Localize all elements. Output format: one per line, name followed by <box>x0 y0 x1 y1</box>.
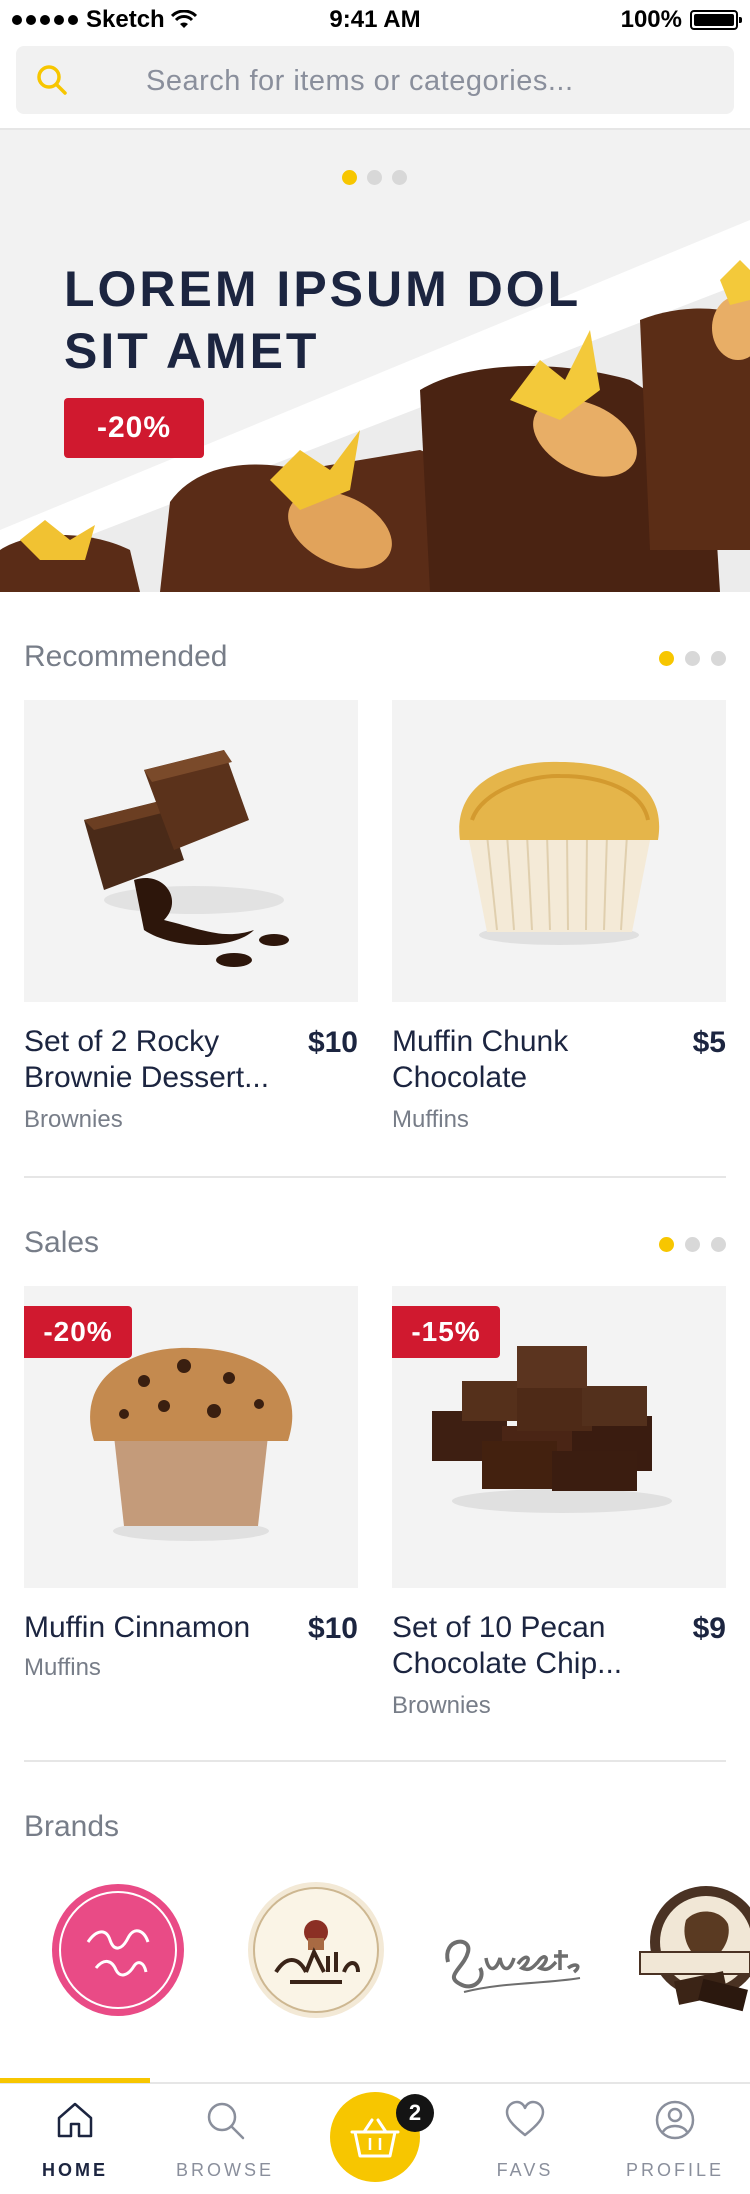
hero-discount-badge: -20% <box>64 398 204 458</box>
battery-status: 100% <box>620 6 742 34</box>
hero-pagination[interactable] <box>342 170 407 185</box>
tab-label: HOME <box>42 2160 108 2180</box>
sales-dot-3[interactable] <box>711 1237 726 1252</box>
product-category[interactable]: Brownies <box>24 1106 123 1134</box>
product-name[interactable]: Set of 10 Pecan Chocolate Chip... <box>392 1610 662 1682</box>
brand-logo-fairly-traded[interactable] <box>636 1880 750 2020</box>
product-category[interactable]: Muffins <box>24 1654 101 1682</box>
sales-pagination[interactable] <box>659 1237 726 1252</box>
tab-bar: HOME BROWSE 2 FAVS PROFILE <box>0 2078 750 2194</box>
discount-badge: -20% <box>24 1306 132 1358</box>
twin-mom-logo <box>52 1884 184 2016</box>
sales-dot-1[interactable] <box>659 1237 674 1252</box>
brand-logo-avila[interactable] <box>246 1880 386 2020</box>
hero-title: LOREM IPSUM DOL SIT AMET <box>64 261 581 379</box>
avila-logo <box>248 1882 384 2018</box>
brands-title: Brands <box>24 1810 120 1843</box>
product-price: $5 <box>692 1026 726 1059</box>
section-divider <box>24 1176 726 1178</box>
product-category[interactable]: Brownies <box>392 1692 491 1720</box>
home-icon <box>57 2102 93 2138</box>
tab-favs[interactable]: FAVS <box>450 2084 600 2194</box>
recommended-title: Recommended <box>24 640 228 673</box>
discount-badge: -15% <box>392 1306 500 1358</box>
muffin-image <box>459 761 660 945</box>
profile-icon <box>655 2100 695 2140</box>
tab-label: BROWSE <box>175 2160 274 2180</box>
sales-title: Sales <box>24 1226 100 1259</box>
battery-percent: 100% <box>620 6 682 33</box>
sweets-logo <box>445 1939 581 1993</box>
product-price: $10 <box>307 1026 358 1059</box>
tab-label: FAVS <box>496 2160 554 2180</box>
browse-search-icon <box>207 2102 245 2140</box>
product-image-cinnamon-muffin[interactable]: -20% <box>24 1286 358 1588</box>
product-name[interactable]: Set of 2 Rocky Brownie Dessert... <box>24 1024 294 1096</box>
product-name[interactable]: Muffin Cinnamon <box>24 1610 294 1646</box>
recommended-dot-3[interactable] <box>711 651 726 666</box>
product-image-brownie[interactable] <box>24 700 358 1002</box>
product-price: $9 <box>692 1612 726 1645</box>
search-icon <box>37 65 67 95</box>
active-tab-indicator <box>0 2078 150 2083</box>
product-image-pecan-brownies[interactable]: -15% <box>392 1286 726 1588</box>
hero-banner[interactable]: LOREM IPSUM DOL SIT AMET -20% <box>0 130 750 592</box>
hero-dot-2[interactable] <box>367 170 382 185</box>
hero-dot-3[interactable] <box>392 170 407 185</box>
tab-profile[interactable]: PROFILE <box>600 2084 750 2194</box>
recommended-dot-1[interactable] <box>659 651 674 666</box>
fairly-traded-logo <box>639 1886 750 2012</box>
section-divider <box>24 1760 726 1762</box>
search-bar[interactable]: Search for items or categories... <box>16 46 734 114</box>
tab-home[interactable]: HOME <box>0 2084 150 2194</box>
recommended-dot-2[interactable] <box>685 651 700 666</box>
hero-dot-1[interactable] <box>342 170 357 185</box>
product-price: $10 <box>307 1612 358 1645</box>
heart-icon <box>505 2100 545 2137</box>
tab-browse[interactable]: BROWSE <box>150 2084 300 2194</box>
cart-count-badge: 2 <box>396 2094 434 2132</box>
battery-icon <box>690 10 742 30</box>
product-name[interactable]: Muffin Chunk Chocolate <box>392 1024 662 1096</box>
recommended-pagination[interactable] <box>659 651 726 666</box>
status-bar: Sketch 9:41 AM 100% <box>0 0 750 40</box>
brownie-image <box>84 750 289 967</box>
sales-dot-2[interactable] <box>685 1237 700 1252</box>
product-image-muffin[interactable] <box>392 700 726 1002</box>
brand-logo-sweets[interactable] <box>434 1880 581 2020</box>
tab-label: PROFILE <box>625 2160 725 2180</box>
brand-logo-twin-mom[interactable] <box>48 1880 188 2020</box>
search-input[interactable]: Search for items or categories... <box>146 65 574 98</box>
product-category[interactable]: Muffins <box>392 1106 469 1134</box>
